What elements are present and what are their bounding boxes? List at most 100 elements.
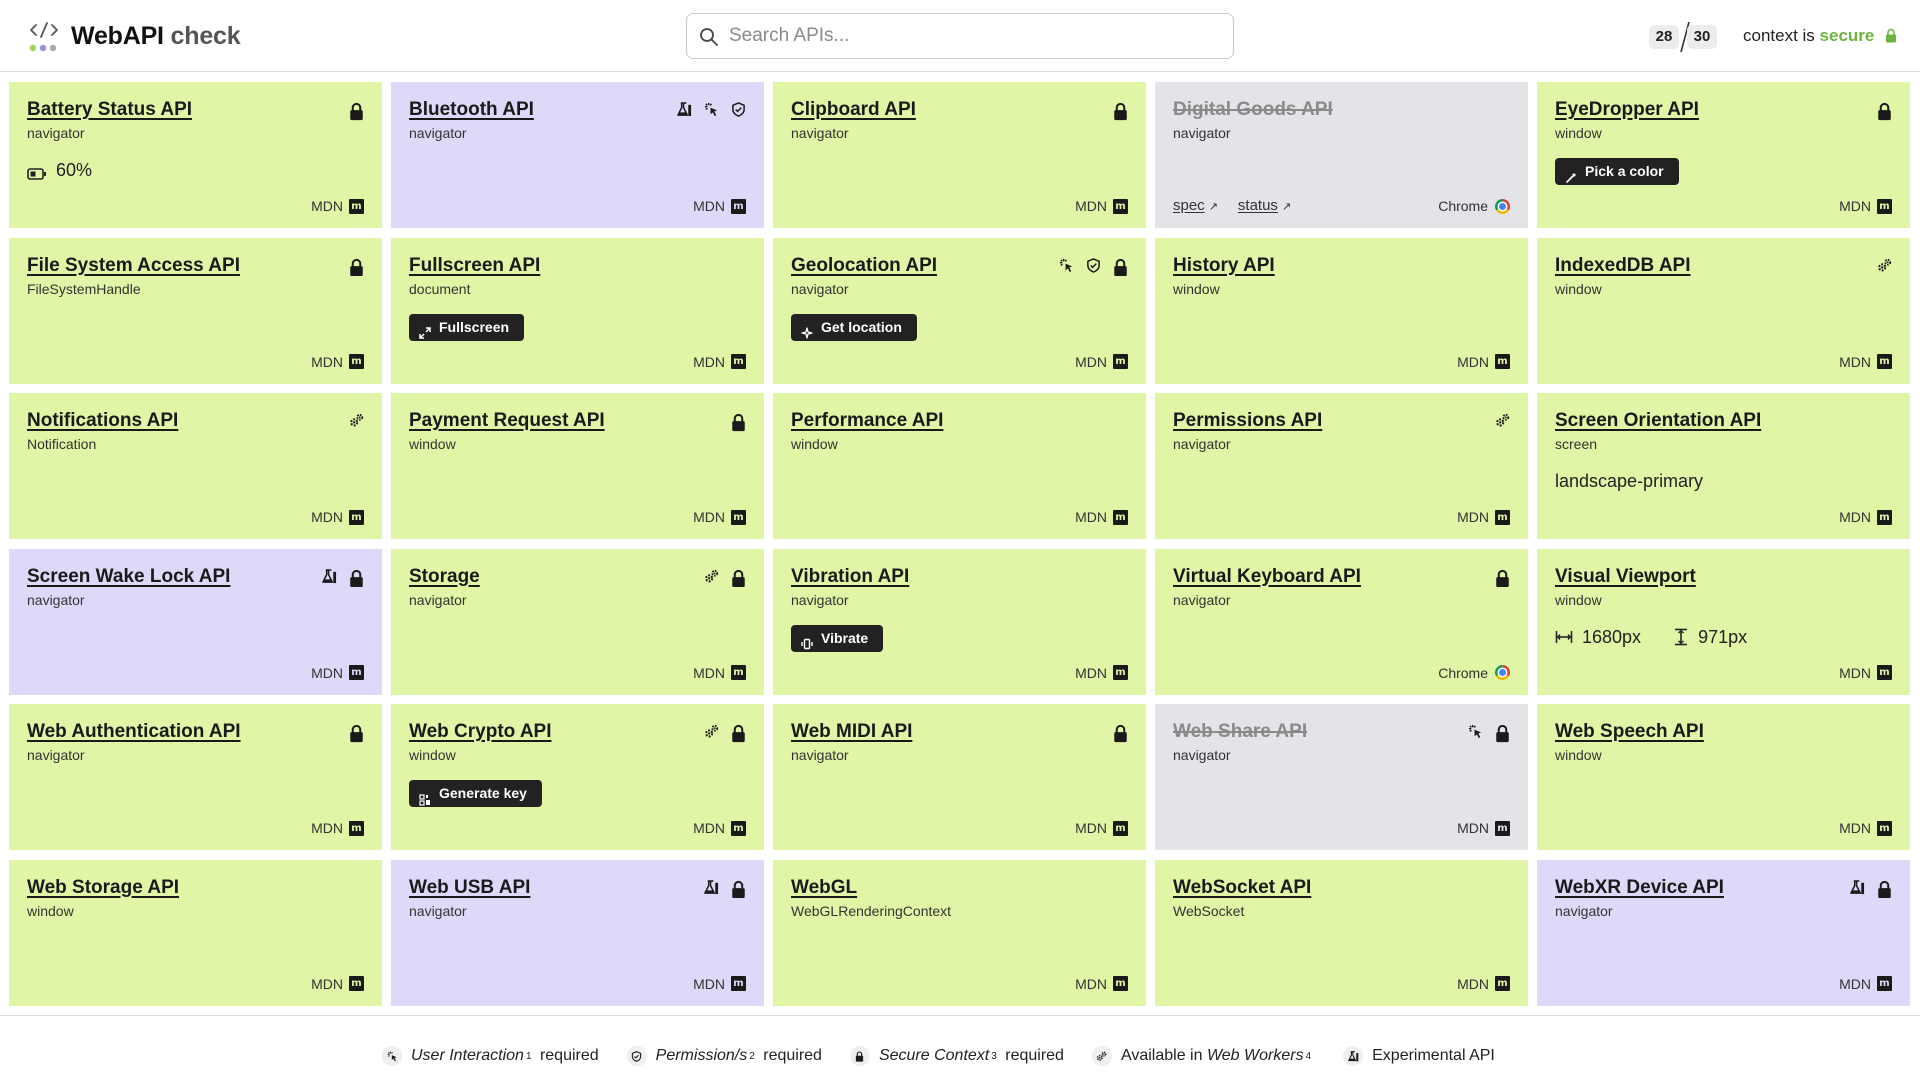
search-input[interactable] — [729, 22, 1219, 50]
lock-icon — [1877, 102, 1892, 121]
api-title-link[interactable]: Web Authentication API — [27, 720, 241, 744]
get-location-button[interactable]: Get location — [791, 313, 917, 341]
api-title-link[interactable]: History API — [1173, 254, 1275, 278]
mdn-link[interactable]: MDN m — [693, 509, 746, 525]
api-title-link[interactable]: Performance API — [791, 409, 943, 433]
mdn-link[interactable]: MDN m — [311, 665, 364, 681]
api-card-notifications-api: Notifications API Notification MDN m — [9, 393, 382, 539]
mdn-icon: m — [1495, 820, 1510, 836]
api-card-indexeddb-api: IndexedDB API window MDN m — [1537, 237, 1910, 384]
api-namespace: Notification — [27, 436, 97, 452]
mdn-link[interactable]: MDN m — [311, 976, 364, 992]
api-title-link[interactable]: Web Speech API — [1555, 720, 1704, 744]
fullscreen-button[interactable]: Fullscreen — [409, 313, 525, 341]
mdn-link[interactable]: MDN m — [1839, 976, 1892, 992]
mdn-link[interactable]: MDN m — [1457, 354, 1510, 370]
flask-icon — [704, 879, 719, 895]
lock-icon — [349, 724, 364, 743]
mdn-link[interactable]: MDN m — [693, 354, 746, 370]
api-title-link[interactable]: Notifications API — [27, 409, 178, 433]
brand-main: WebAPI — [71, 22, 164, 50]
mdn-link[interactable]: MDN m — [311, 354, 364, 370]
api-title-link[interactable]: Web Share API — [1173, 720, 1307, 744]
api-title-link[interactable]: EyeDropper API — [1555, 98, 1699, 122]
mdn-link[interactable]: MDN m — [1839, 198, 1892, 214]
mdn-icon: m — [1495, 976, 1510, 991]
mdn-link[interactable]: MDN m — [693, 665, 746, 681]
key-icon — [419, 788, 431, 806]
api-title-link[interactable]: Vibration API — [791, 565, 909, 589]
api-namespace: navigator — [1555, 902, 1613, 919]
status-link[interactable]: status — [1238, 197, 1278, 214]
api-title-link[interactable]: Payment Request API — [409, 409, 605, 433]
api-title-link[interactable]: Virtual Keyboard API — [1173, 565, 1361, 589]
api-title-link[interactable]: Web Storage API — [27, 876, 179, 900]
mdn-link[interactable]: MDN m — [311, 820, 364, 836]
api-title-link[interactable]: WebSocket API — [1173, 876, 1311, 900]
api-title-link[interactable]: Bluetooth API — [409, 98, 534, 122]
legend-term: Web Workers — [1206, 1047, 1304, 1064]
mdn-link[interactable]: MDN m — [1075, 198, 1128, 214]
api-title-link[interactable]: Storage — [409, 565, 480, 589]
api-title-link[interactable]: WebGL — [791, 876, 857, 900]
mdn-link[interactable]: MDN m — [1839, 820, 1892, 836]
mdn-link[interactable]: MDN m — [1457, 976, 1510, 992]
api-title-link[interactable]: Fullscreen API — [409, 254, 540, 278]
api-title-link[interactable]: IndexedDB API — [1555, 254, 1691, 278]
mdn-label: MDN — [1075, 198, 1107, 214]
mdn-icon: m — [349, 665, 364, 680]
legend: User Interaction 1 required Permission/s 2 … — [382, 1046, 1499, 1066]
api-title-link[interactable]: Permissions API — [1173, 409, 1322, 433]
expand-icon — [419, 321, 431, 339]
vibrate-button[interactable]: Vibrate — [791, 624, 884, 652]
api-title-link[interactable]: File System Access API — [27, 254, 240, 278]
api-title-link[interactable]: Web Crypto API — [409, 720, 552, 744]
api-title-link[interactable]: Screen Wake Lock API — [27, 565, 230, 589]
gears-icon — [349, 413, 364, 428]
mdn-link[interactable]: MDN m — [1075, 509, 1128, 525]
generate-key-button[interactable]: Generate key — [409, 780, 542, 807]
crosshair-icon — [801, 321, 813, 339]
mdn-link[interactable]: MDN m — [311, 198, 364, 214]
chrome-badge[interactable]: Chrome — [1438, 198, 1510, 214]
chrome-badge[interactable]: Chrome — [1438, 665, 1510, 681]
requirement-icons — [1113, 724, 1128, 743]
mdn-link[interactable]: MDN m — [693, 976, 746, 992]
api-title-link[interactable]: WebXR Device API — [1555, 876, 1724, 900]
mdn-link[interactable]: MDN m — [1075, 820, 1128, 836]
mdn-link[interactable]: MDN m — [1075, 976, 1128, 992]
api-title-link[interactable]: Visual Viewport — [1555, 565, 1696, 589]
mdn-link[interactable]: MDN m — [1457, 509, 1510, 525]
legend-item-click: User Interaction 1 required — [382, 1046, 599, 1066]
requirement-icons — [349, 413, 364, 428]
api-namespace: screen — [1555, 436, 1598, 452]
mdn-label: MDN — [693, 664, 725, 681]
mdn-link[interactable]: MDN m — [1839, 509, 1892, 525]
api-title-link[interactable]: Digital Goods API — [1173, 98, 1333, 122]
legend-rest: required — [539, 1047, 599, 1064]
api-namespace: navigator — [1173, 125, 1231, 141]
pick-a-color-button[interactable]: Pick a color — [1555, 158, 1679, 185]
mdn-link[interactable]: MDN m — [693, 198, 746, 214]
api-title-link[interactable]: Web MIDI API — [791, 720, 912, 744]
api-title-link[interactable]: Geolocation API — [791, 254, 937, 278]
search-box[interactable] — [686, 13, 1234, 59]
api-namespace: navigator — [1173, 436, 1231, 452]
mdn-link[interactable]: MDN m — [311, 509, 364, 525]
mdn-link[interactable]: MDN m — [1839, 665, 1892, 681]
mdn-icon: m — [1877, 509, 1892, 525]
api-title-link[interactable]: Screen Orientation API — [1555, 409, 1761, 433]
mdn-link[interactable]: MDN m — [1457, 820, 1510, 836]
mdn-link[interactable]: MDN m — [1075, 665, 1128, 681]
api-title-link[interactable]: Battery Status API — [27, 98, 192, 122]
api-title-link[interactable]: Clipboard API — [791, 98, 916, 122]
mdn-link[interactable]: MDN m — [693, 820, 746, 836]
api-card-eyedropper-api: EyeDropper API window Pick a color MDN m — [1537, 82, 1910, 228]
api-title-link[interactable]: Web USB API — [409, 876, 530, 900]
mdn-link[interactable]: MDN m — [1839, 354, 1892, 370]
mdn-link[interactable]: MDN m — [1075, 354, 1128, 370]
api-grid: Battery Status API navigator 60% MDN m Blueto… — [9, 82, 1912, 1006]
spec-link[interactable]: spec — [1173, 197, 1205, 214]
width-icon — [1555, 629, 1573, 645]
button-label: Fullscreen — [439, 318, 510, 335]
